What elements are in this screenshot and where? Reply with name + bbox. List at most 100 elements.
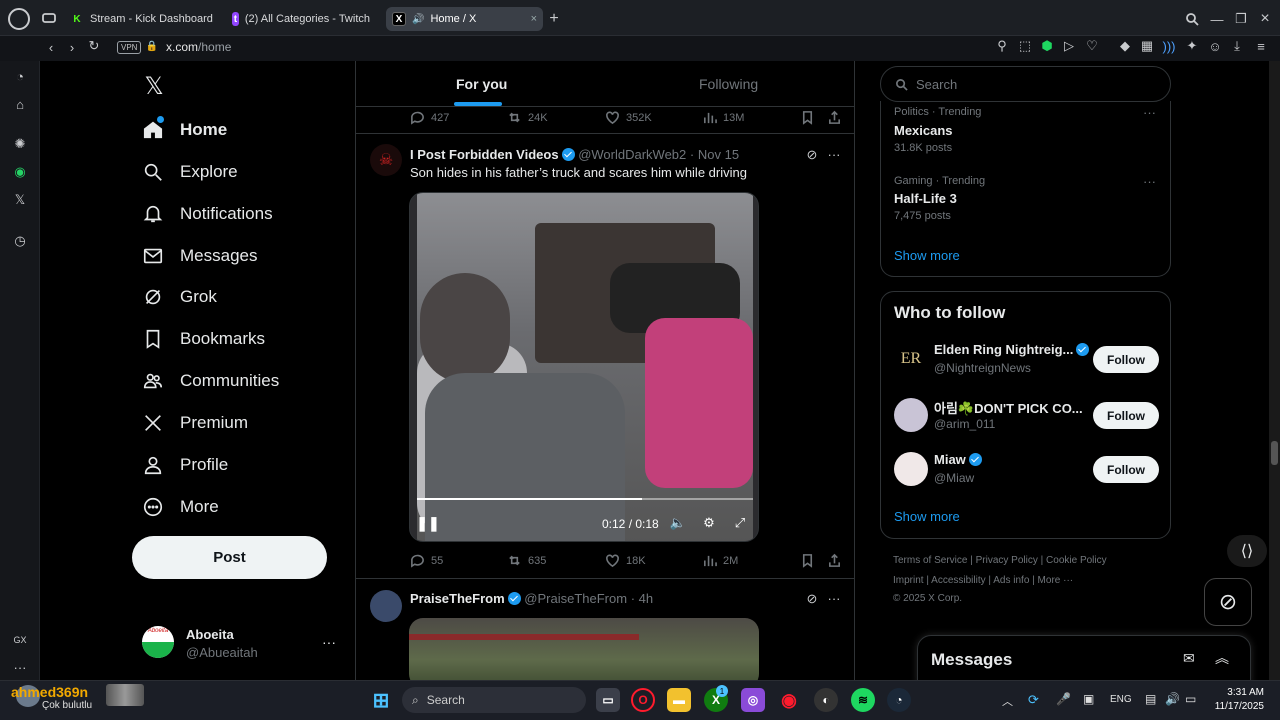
footer-link[interactable]: Privacy Policy	[976, 555, 1038, 566]
follow-name-row[interactable]: Miaw	[934, 452, 982, 467]
tab-kick[interactable]: K Stream - Kick Dashboard	[64, 7, 224, 31]
footer-link[interactable]: Ads info	[993, 575, 1029, 586]
trend-more-icon[interactable]: ···	[1143, 174, 1156, 189]
trend-title[interactable]: Mexicans	[894, 123, 953, 138]
grok-icon[interactable]: ⊘	[804, 591, 820, 607]
battery-icon[interactable]: ▭	[1185, 692, 1196, 706]
footer-link[interactable]: Imprint	[893, 575, 924, 586]
post-button[interactable]: Post	[132, 536, 327, 579]
search-box[interactable]: Search	[880, 66, 1171, 102]
chatgpt-icon[interactable]: ✺	[12, 136, 28, 152]
x-icon[interactable]: 𝕏	[12, 192, 28, 208]
messages-drawer[interactable]: Messages ✉ ︽	[917, 635, 1251, 685]
mic-icon[interactable]: 🎤	[1056, 692, 1071, 706]
download-icon[interactable]: ⤓	[1230, 38, 1244, 53]
tweet-more-icon[interactable]: ···	[826, 590, 842, 606]
new-tab-icon[interactable]: +	[546, 10, 562, 27]
code-lens-icon[interactable]: ⟨⟩	[1227, 535, 1267, 567]
tab-twitch[interactable]: t (2) All Categories - Twitch	[226, 7, 376, 31]
share-icon[interactable]	[827, 553, 842, 568]
reload-icon[interactable]: ↻	[87, 38, 101, 53]
windows-start-icon[interactable]: ⊞	[369, 688, 393, 712]
scrollbar-thumb[interactable]	[1271, 441, 1278, 465]
follow-avatar[interactable]	[894, 398, 928, 432]
tab-for-you[interactable]: For you	[456, 76, 507, 92]
reply-action[interactable]: 427	[410, 110, 449, 125]
views-action[interactable]: 13M	[702, 110, 744, 125]
app-icon[interactable]: ◎	[741, 688, 765, 712]
reply-action[interactable]: 55	[410, 553, 443, 568]
expand-icon[interactable]: ︽	[1215, 648, 1229, 668]
speaker-icon[interactable]: 🔊	[412, 14, 424, 25]
tweet-author-name[interactable]: I Post Forbidden Videos	[410, 147, 559, 162]
taskbar-search[interactable]: ⌕ Search	[402, 687, 586, 713]
whatsapp-icon[interactable]: ◉	[12, 164, 28, 180]
nav-item-notifications[interactable]: Notifications	[142, 203, 273, 225]
nav-item-premium[interactable]: Premium	[142, 412, 248, 434]
tweet-date[interactable]: 4h	[639, 591, 653, 606]
repost-action[interactable]: 635	[507, 553, 546, 568]
gx-label[interactable]: GX	[10, 633, 30, 647]
trend-title[interactable]: Half-Life 3	[894, 191, 957, 206]
like-action[interactable]: 18K	[605, 553, 646, 568]
puzzle-icon[interactable]: ✦	[1185, 38, 1199, 53]
file-explorer-icon[interactable]: ▬	[667, 688, 691, 712]
pin-icon[interactable]: ⚲	[995, 38, 1009, 53]
more-icon[interactable]: ···	[12, 660, 28, 675]
nav-item-communities[interactable]: Communities	[142, 370, 279, 392]
tweet-handle[interactable]: @PraiseTheFrom	[524, 591, 627, 606]
fullscreen-icon[interactable]: ⤢	[732, 515, 748, 531]
nav-item-messages[interactable]: Messages	[142, 245, 257, 267]
clock-time[interactable]: 3:31 AM	[1222, 687, 1264, 698]
tweet-date[interactable]: Nov 15	[698, 147, 739, 162]
close-window-icon[interactable]: ×	[1258, 10, 1272, 27]
url-field[interactable]: x.com/home	[166, 40, 231, 54]
pause-icon[interactable]: ❚❚	[416, 515, 439, 531]
like-action[interactable]: 352K	[605, 110, 652, 125]
nav-item-grok[interactable]: Grok	[142, 286, 217, 308]
tweet-avatar[interactable]	[370, 590, 402, 622]
clock-date[interactable]: 11/17/2025	[1208, 701, 1264, 712]
scrollbar[interactable]	[1269, 61, 1280, 680]
vpn-badge[interactable]: VPN	[117, 41, 142, 54]
tweet-avatar[interactable]: ☠	[370, 144, 402, 176]
new-message-icon[interactable]: ✉	[1183, 650, 1195, 667]
tab-x-home[interactable]: X 🔊 Home / X ×	[386, 7, 543, 31]
minimize-icon[interactable]: —	[1210, 11, 1224, 27]
follow-name-row[interactable]: 아림☘️DON'T PICK CO...	[934, 398, 1083, 417]
maximize-icon[interactable]: ❐	[1234, 11, 1248, 27]
tweet-image[interactable]	[409, 618, 759, 680]
footer-link[interactable]: More ···	[1038, 575, 1074, 586]
opera-icon[interactable]: ◉	[777, 688, 801, 712]
nav-item-bookmarks[interactable]: Bookmarks	[142, 328, 265, 350]
grok-floating-icon[interactable]: ⊘	[1204, 578, 1252, 626]
tweet-video[interactable]: ❚❚ 0:12 / 0:18 🔈 ⚙ ⤢	[409, 192, 759, 542]
back-icon[interactable]: ‹	[44, 40, 58, 55]
weather-username[interactable]: ahmed369n	[11, 684, 88, 700]
repost-action[interactable]: 24K	[507, 110, 548, 125]
follow-button[interactable]: Follow	[1093, 402, 1159, 429]
steam-icon[interactable]: ◔	[887, 688, 911, 712]
bookmark-icon[interactable]	[800, 110, 815, 125]
spotify-icon[interactable]: ≋	[851, 688, 875, 712]
tweet-author-name[interactable]: PraiseTheFrom	[410, 591, 505, 606]
tray-sync-icon[interactable]: ⟳	[1028, 692, 1039, 708]
follow-button[interactable]: Follow	[1093, 346, 1159, 373]
easy-setup-icon[interactable]: ≡	[1254, 39, 1268, 54]
bookmark-icon[interactable]	[800, 553, 815, 568]
lock-icon[interactable]: 🔒	[146, 39, 158, 53]
tab-menu-icon[interactable]	[40, 10, 58, 26]
volume-icon[interactable]: 🔈	[670, 515, 686, 531]
snapshot-icon[interactable]: ⬚	[1018, 38, 1032, 53]
tweet-more-icon[interactable]: ···	[826, 146, 842, 162]
shield-icon[interactable]: ⬢	[1040, 38, 1054, 53]
footer-link[interactable]: Accessibility	[931, 575, 985, 586]
account-more-icon[interactable]: ···	[322, 634, 336, 650]
footer-link[interactable]: Cookie Policy	[1046, 555, 1107, 566]
gx-cleaner-icon[interactable]: ⌂	[12, 96, 28, 112]
opera-logo-icon[interactable]	[8, 8, 30, 30]
tweet-handle[interactable]: @WorldDarkWeb2	[578, 147, 686, 162]
play-icon[interactable]: ▷	[1062, 38, 1076, 53]
close-tab-icon[interactable]: ×	[531, 13, 537, 25]
tray-chevron-icon[interactable]: ︿	[1002, 693, 1013, 709]
